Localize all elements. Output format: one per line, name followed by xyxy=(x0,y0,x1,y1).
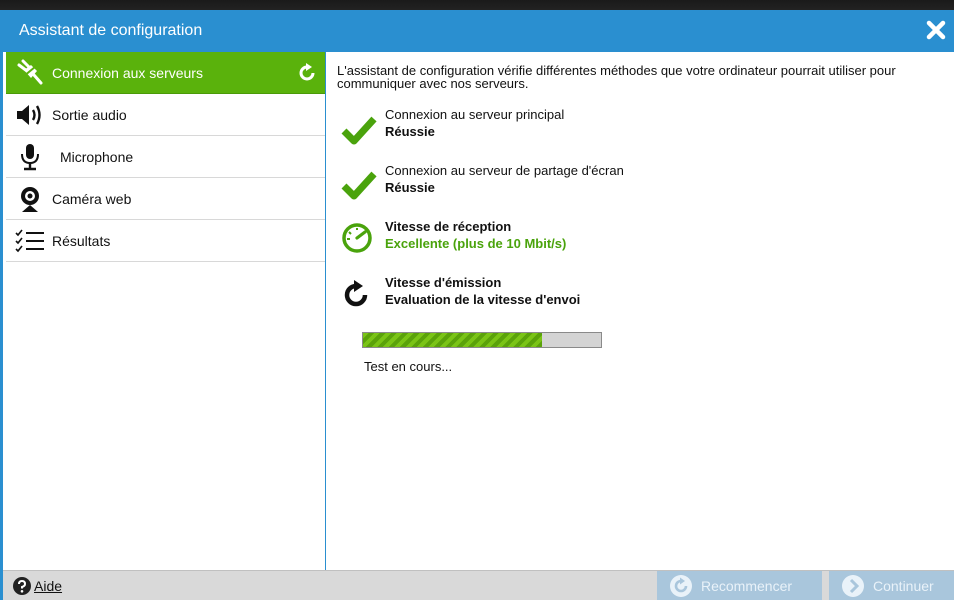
sidebar-item-webcam[interactable]: Caméra web xyxy=(6,178,325,220)
upload-progress-bar xyxy=(362,332,602,348)
sidebar-item-label: Microphone xyxy=(60,148,134,165)
sidebar-item-label: Sortie audio xyxy=(52,106,127,123)
plug-icon xyxy=(14,58,46,88)
sidebar: Connexion aux serveurs Sortie audio Micr… xyxy=(6,52,326,572)
speedometer-icon xyxy=(342,223,372,253)
step-screen-share-server: Connexion au serveur de partage d'écran … xyxy=(385,162,624,196)
help-link[interactable]: Aide xyxy=(13,577,62,595)
step-title: Vitesse de réception xyxy=(385,219,512,234)
title-bar: Assistant de configuration xyxy=(3,10,954,52)
progress-fill xyxy=(363,333,542,347)
main-panel: L'assistant de configuration vérifie dif… xyxy=(327,52,954,572)
arrow-right-icon xyxy=(842,575,864,597)
sidebar-item-label: Connexion aux serveurs xyxy=(52,64,203,81)
step-title: Vitesse d'émission xyxy=(385,275,502,290)
progress-label: Test en cours... xyxy=(364,359,453,374)
sidebar-item-microphone[interactable]: Microphone xyxy=(6,136,325,178)
step-main-server: Connexion au serveur principal Réussie xyxy=(385,106,564,140)
checklist-icon xyxy=(14,226,46,256)
continue-label: Continuer xyxy=(873,578,934,594)
step-status: Evaluation de la vitesse d'envoi xyxy=(385,292,581,307)
sidebar-item-label: Résultats xyxy=(52,232,111,249)
continue-button[interactable]: Continuer xyxy=(829,571,954,600)
step-status: Réussie xyxy=(385,180,435,195)
speaker-icon xyxy=(14,100,46,130)
close-button[interactable] xyxy=(922,16,950,44)
intro-text: L'assistant de configuration vérifie dif… xyxy=(337,63,896,91)
close-icon xyxy=(926,20,946,40)
step-upload-speed: Vitesse d'émission Evaluation de la vite… xyxy=(385,274,580,308)
microphone-icon xyxy=(14,142,46,172)
dialog-title: Assistant de configuration xyxy=(19,22,203,39)
sidebar-item-label: Caméra web xyxy=(52,190,132,207)
setup-wizard-dialog: Assistant de configuration Connexion aux… xyxy=(0,10,954,600)
refresh-icon xyxy=(299,63,315,81)
sidebar-item-audio-output[interactable]: Sortie audio xyxy=(6,94,325,136)
webcam-icon xyxy=(14,184,46,214)
footer-bar: Aide Recommencer Continuer xyxy=(3,570,954,600)
step-status: Réussie xyxy=(385,124,435,139)
step-status: Excellente (plus de 10 Mbit/s) xyxy=(385,236,567,251)
checkmark-icon xyxy=(341,116,377,145)
step-title: Connexion au serveur de partage d'écran xyxy=(385,163,624,178)
help-icon xyxy=(13,577,31,595)
step-title: Connexion au serveur principal xyxy=(385,107,565,122)
checkmark-icon xyxy=(341,171,377,200)
restart-icon xyxy=(670,575,692,597)
restart-button[interactable]: Recommencer xyxy=(657,571,822,600)
help-label: Aide xyxy=(34,578,63,594)
sidebar-item-results[interactable]: Résultats xyxy=(6,220,325,262)
restart-label: Recommencer xyxy=(701,578,793,594)
background-strip xyxy=(0,0,954,10)
sidebar-item-server-connection[interactable]: Connexion aux serveurs xyxy=(6,52,325,94)
loading-icon xyxy=(344,280,368,307)
step-download-speed: Vitesse de réception Excellente (plus de… xyxy=(385,218,566,252)
